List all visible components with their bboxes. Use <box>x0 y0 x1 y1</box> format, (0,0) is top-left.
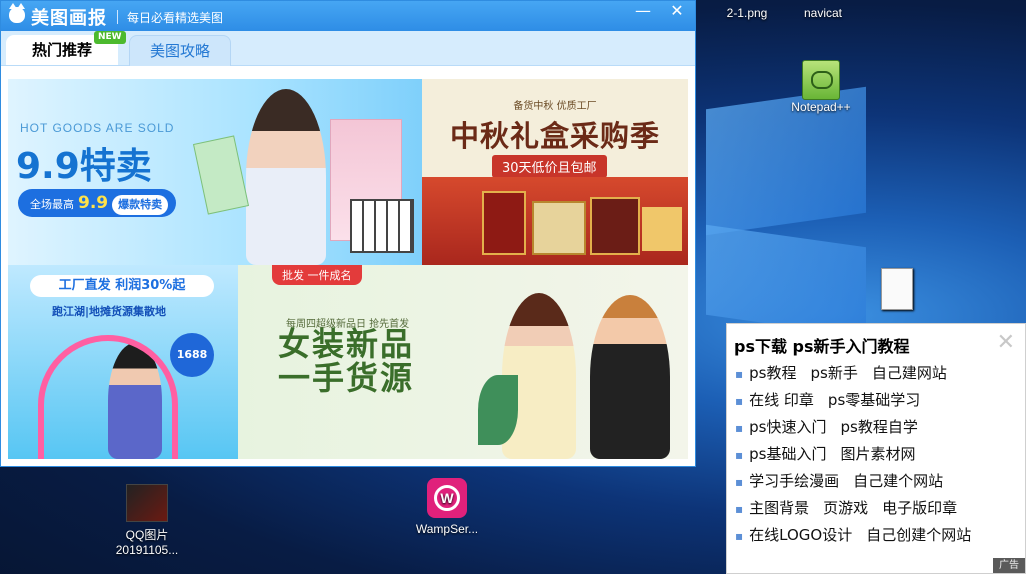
banner-english-text: HOT GOODS ARE SOLD <box>20 121 175 135</box>
windows-logo-pane-bottom <box>706 224 866 338</box>
meitu-popup-window: 美图画报 每日必看精选美图 — ✕ 热门推荐 美图攻略 NEW HOT GOOD… <box>0 0 696 467</box>
desktop-icon-label: WampSer... <box>415 522 479 536</box>
ad-link[interactable]: 电子版印章 <box>882 499 957 517</box>
desktop-icon-notepadpp[interactable]: Notepad++ <box>776 60 866 115</box>
banner-headline: 中秋礼盒采购季 <box>449 119 660 153</box>
ad-link[interactable]: ps新手 <box>810 364 857 382</box>
bullet-icon: ▪ <box>735 394 744 408</box>
bullet-icon: ▪ <box>735 502 744 516</box>
banner-headline-line2: 一手货源 <box>278 359 415 397</box>
ad-link[interactable]: ps基础入门 <box>749 445 826 463</box>
desktop-icon-label: navicat <box>803 6 843 20</box>
desktop-icon-document[interactable] <box>852 268 942 310</box>
badge-1688: 1688 <box>170 333 214 377</box>
ad-link[interactable]: 在线 印章 <box>749 391 814 409</box>
desktop-icon-label: QQ图片 <box>125 528 169 542</box>
bullet-icon: ▪ <box>735 367 744 381</box>
ad-link-row: ▪ ps基础入门 图片素材网 <box>735 443 930 464</box>
product-crate <box>350 199 414 253</box>
banner-sign: 工厂直发 利润30%起 <box>30 275 214 297</box>
ad-label: 广告 <box>993 558 1025 573</box>
pill-left-text: 全场最高 <box>30 198 74 211</box>
banner-pill: 全场最高 9.9 爆款特卖 <box>18 189 176 217</box>
bullet-icon: ▪ <box>735 421 744 435</box>
close-button[interactable]: ✕ <box>663 1 691 25</box>
document-icon <box>881 268 913 310</box>
bullet-icon: ▪ <box>735 475 744 489</box>
gift-box-scene <box>422 177 688 265</box>
ad-link-row: ▪ 在线 印章 ps零基础学习 <box>735 389 934 410</box>
desktop-icon-navicat[interactable]: navicat <box>778 6 868 21</box>
leaf-decoration <box>478 375 518 445</box>
bullet-icon: ▪ <box>735 448 744 462</box>
tab-meitu-guide[interactable]: 美图攻略 <box>129 35 231 66</box>
title-bar[interactable]: 美图画报 每日必看精选美图 — ✕ <box>1 1 695 31</box>
neon-arch <box>38 335 178 459</box>
ad-title[interactable]: ps下载 ps新手入门教程 <box>734 333 910 357</box>
desktop-icon-label: Notepad++ <box>791 100 851 114</box>
pill-right-text: 爆款特卖 <box>112 195 169 215</box>
ad-link[interactable]: 页游戏 <box>823 499 868 517</box>
banner-headline-line1: 女装新品 <box>278 325 415 363</box>
ad-link[interactable]: 主图背景 <box>749 499 809 517</box>
bullet-icon: ▪ <box>735 529 744 543</box>
banner-mid-autumn[interactable]: 备货中秋 优质工厂 中秋礼盒采购季 30天低价且包邮 <box>422 79 688 265</box>
ad-link-row: ▪ 在线LOGO设计 自己创建个网站 <box>735 524 985 545</box>
cat-logo-icon <box>9 3 25 23</box>
ad-link-row: ▪ 学习手绘漫画 自己建个网站 <box>735 470 957 491</box>
ad-link-row: ▪ 主图背景 页游戏 电子版印章 <box>735 497 971 518</box>
ad-link[interactable]: 学习手绘漫画 <box>749 472 839 490</box>
ad-link[interactable]: 在线LOGO设计 <box>749 526 852 544</box>
ad-link[interactable]: 图片素材网 <box>840 445 915 463</box>
banner-9-9-sale[interactable]: HOT GOODS ARE SOLD 9.9特卖 全场最高 9.9 爆款特卖 <box>8 79 422 265</box>
product-green-box <box>192 135 250 215</box>
ad-link[interactable]: ps教程自学 <box>840 418 917 436</box>
desktop-icon-label-line2: 20191105... <box>115 543 179 557</box>
banner-factory-direct[interactable]: 工厂直发 利润30%起 跑江湖|地摊货源集散地 1688 <box>8 265 238 459</box>
ad-close-button[interactable]: ✕ <box>997 332 1015 354</box>
ad-link[interactable]: 自己建网站 <box>872 364 947 382</box>
ad-link[interactable]: ps快速入门 <box>749 418 826 436</box>
ad-link[interactable]: 自己创建个网站 <box>866 526 971 544</box>
desktop-icon-qq-image[interactable]: QQ图片 20191105... <box>102 484 192 558</box>
notepadpp-icon <box>802 60 840 100</box>
banner-headline: 9.9特卖 <box>16 146 152 187</box>
model-figure <box>246 89 326 265</box>
banner-headline: 女装新品 一手货源 <box>278 327 414 395</box>
ad-link[interactable]: ps教程 <box>749 364 796 382</box>
ad-link-row: ▪ ps快速入门 ps教程自学 <box>735 416 932 437</box>
ad-link[interactable]: 自己建个网站 <box>853 472 943 490</box>
banner-womens-fashion[interactable]: 批发 一件成名 每周四超级新品日 抢先首发 女装新品 一手货源 <box>238 265 688 459</box>
wampserver-icon: W <box>427 478 467 518</box>
desktop-icon-wampserver[interactable]: W WampSer... <box>402 478 492 537</box>
app-title: 美图画报 <box>31 8 107 29</box>
qq-image-icon <box>126 484 168 522</box>
banner-subline: 30天低价且包邮 <box>492 155 607 178</box>
ad-link-row: ▪ ps教程 ps新手 自己建网站 <box>735 362 961 383</box>
pill-number: 9.9 <box>78 193 109 213</box>
title-separator <box>117 10 118 24</box>
ad-panel: ps下载 ps新手入门教程 ✕ ▪ ps教程 ps新手 自己建网站 ▪ 在线 印章 ps零基… <box>726 323 1026 574</box>
ad-link[interactable]: ps零基础学习 <box>828 391 920 409</box>
banner-top-line: 备货中秋 优质工厂 <box>513 101 597 112</box>
banner-sign2: 跑江湖|地摊货源集散地 <box>52 305 167 318</box>
model-figure-right <box>590 295 670 459</box>
new-badge: NEW <box>94 31 126 44</box>
app-subtitle: 每日必看精选美图 <box>127 11 224 25</box>
banner-tag: 批发 一件成名 <box>272 265 362 285</box>
minimize-button[interactable]: — <box>629 1 657 25</box>
